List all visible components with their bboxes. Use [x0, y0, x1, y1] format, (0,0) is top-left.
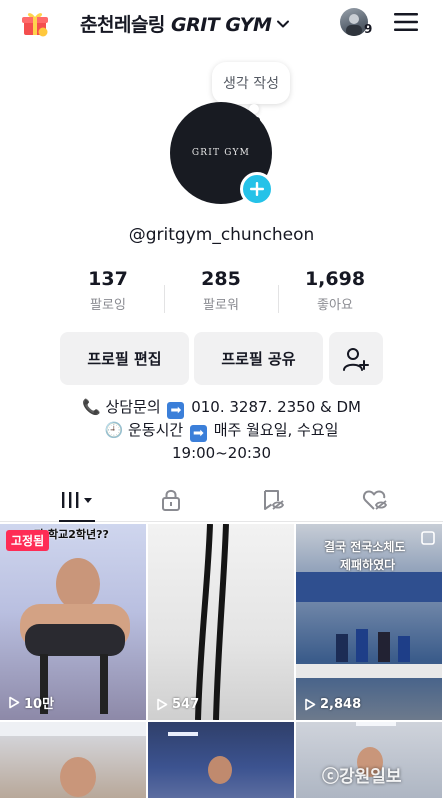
active-tab-indicator	[59, 520, 95, 522]
gift-icon[interactable]	[20, 8, 50, 38]
add-friend-button[interactable]	[329, 332, 383, 385]
play-icon	[9, 696, 20, 709]
followers-stat[interactable]: 285 팔로워	[166, 268, 276, 313]
edit-profile-button[interactable]: 프로필 편집	[60, 332, 189, 385]
right-arrow-icon: ➡	[167, 402, 185, 419]
lock-icon	[162, 489, 180, 511]
video-caption: 결국 전국소체도	[324, 540, 406, 554]
multi-photo-icon	[421, 531, 435, 545]
video-thumbnail[interactable]	[0, 722, 146, 798]
notification-count: 9	[364, 22, 373, 36]
content-tabs	[0, 478, 443, 522]
add-story-button[interactable]	[240, 172, 274, 206]
following-count: 137	[88, 268, 128, 290]
thumbnail-image	[195, 524, 229, 720]
following-stat[interactable]: 137 팔로잉	[53, 268, 163, 313]
profile-logo: GRIT GYM	[191, 148, 251, 158]
bio-line-hours: 🕘 운동시간 ➡ 매주 월요일, 수요일	[104, 421, 339, 442]
bio-line-time: 19:00~20:30	[171, 444, 272, 462]
video-thumbnail[interactable]: 547	[148, 524, 294, 720]
followers-count: 285	[201, 268, 241, 290]
likes-count: 1,698	[304, 268, 366, 290]
heart-hidden-icon	[362, 490, 388, 510]
following-label: 팔로잉	[90, 298, 126, 313]
thumbnail-image	[0, 722, 146, 797]
share-profile-button[interactable]: 프로필 공유	[194, 332, 323, 385]
account-title: 춘천레슬링 GRIT GYM	[80, 14, 272, 36]
bookmark-hidden-icon	[264, 490, 285, 510]
profile-bio: 📞 상담문의 ➡ 010. 3287. 2350 & DM 🕘 운동시간 ➡ 매…	[0, 396, 443, 464]
chevron-down-icon	[277, 20, 290, 27]
view-count: 547	[156, 697, 199, 712]
video-thumbnail[interactable]: 결국 전국소체도 제패하였다 2,848	[296, 524, 442, 720]
right-arrow-icon: ➡	[189, 425, 207, 442]
phone-icon: 📞	[81, 398, 101, 416]
video-caption-line2: 제패하였다	[340, 558, 396, 572]
tab-liked[interactable]	[320, 478, 430, 522]
grid-icon	[62, 492, 92, 508]
play-icon	[305, 698, 316, 711]
add-user-icon	[343, 347, 369, 371]
bio-line-contact: 📞 상담문의 ➡ 010. 3287. 2350 & DM	[81, 398, 361, 419]
stat-divider	[278, 285, 279, 313]
tab-private[interactable]	[116, 478, 226, 522]
thumbnail-image	[168, 732, 232, 784]
play-icon	[157, 698, 168, 711]
stat-divider	[164, 285, 165, 313]
note-bubble[interactable]: 생각 작성	[212, 62, 290, 104]
likes-label: 좋아요	[317, 298, 353, 313]
video-thumbnail[interactable]	[148, 722, 294, 798]
username: @gritgym_chuncheon	[128, 225, 315, 245]
note-bubble-text: 생각 작성	[223, 76, 279, 92]
tab-favorites[interactable]	[218, 478, 328, 522]
menu-icon[interactable]	[394, 12, 418, 32]
pinned-badge: 고정됨	[6, 530, 50, 551]
view-count: 2,848	[304, 697, 361, 712]
plus-icon	[250, 182, 264, 196]
clock-icon: 🕘	[104, 421, 124, 439]
account-switcher[interactable]: 춘천레슬링 GRIT GYM	[80, 10, 291, 37]
likes-stat[interactable]: 1,698 좋아요	[280, 268, 390, 313]
watermark: ⓒ강원일보	[322, 767, 402, 787]
followers-label: 팔로워	[203, 298, 239, 313]
video-thumbnail[interactable]: 자 학교2학년?? 고정됨 10만	[0, 524, 146, 720]
view-count: 10만	[8, 693, 54, 712]
top-bar: 춘천레슬링 GRIT GYM 9	[0, 0, 443, 46]
thumbnail-image	[20, 558, 130, 714]
